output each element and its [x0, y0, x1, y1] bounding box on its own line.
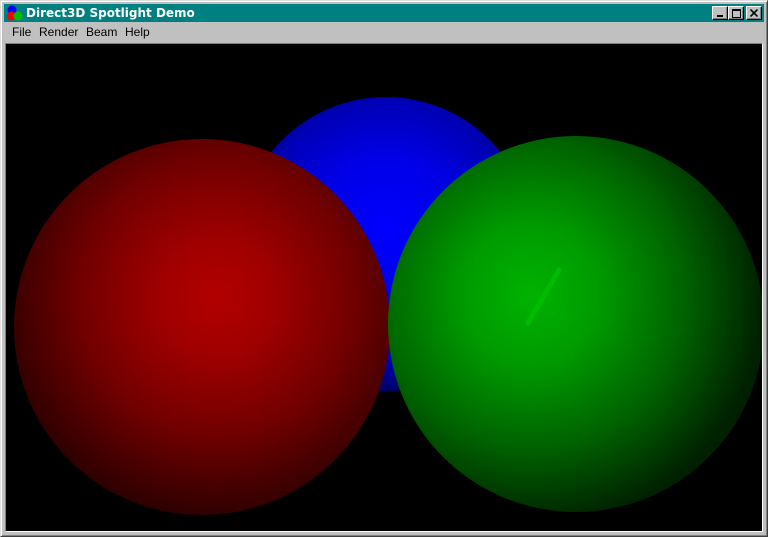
- red-sphere: [14, 139, 390, 515]
- menu-beam[interactable]: Beam: [86, 23, 117, 42]
- menu-render[interactable]: Render: [39, 23, 78, 42]
- title-bar[interactable]: Direct3D Spotlight Demo: [4, 4, 764, 22]
- minimize-icon: [717, 15, 723, 17]
- green-sphere: [388, 136, 762, 512]
- render-viewport[interactable]: [5, 43, 763, 532]
- close-button[interactable]: [746, 6, 762, 20]
- scene-canvas: [14, 97, 762, 515]
- menu-help[interactable]: Help: [125, 23, 150, 42]
- window-title: Direct3D Spotlight Demo: [26, 6, 195, 20]
- app-window: Direct3D Spotlight Demo File Render Beam…: [0, 0, 768, 537]
- menu-file[interactable]: File: [12, 23, 31, 42]
- menu-bar: File Render Beam Help: [4, 23, 764, 42]
- minimize-button[interactable]: [712, 6, 728, 20]
- direct3d-app-icon: [7, 5, 23, 21]
- maximize-button[interactable]: [728, 6, 744, 20]
- close-icon: [750, 9, 758, 17]
- maximize-icon: [731, 8, 741, 18]
